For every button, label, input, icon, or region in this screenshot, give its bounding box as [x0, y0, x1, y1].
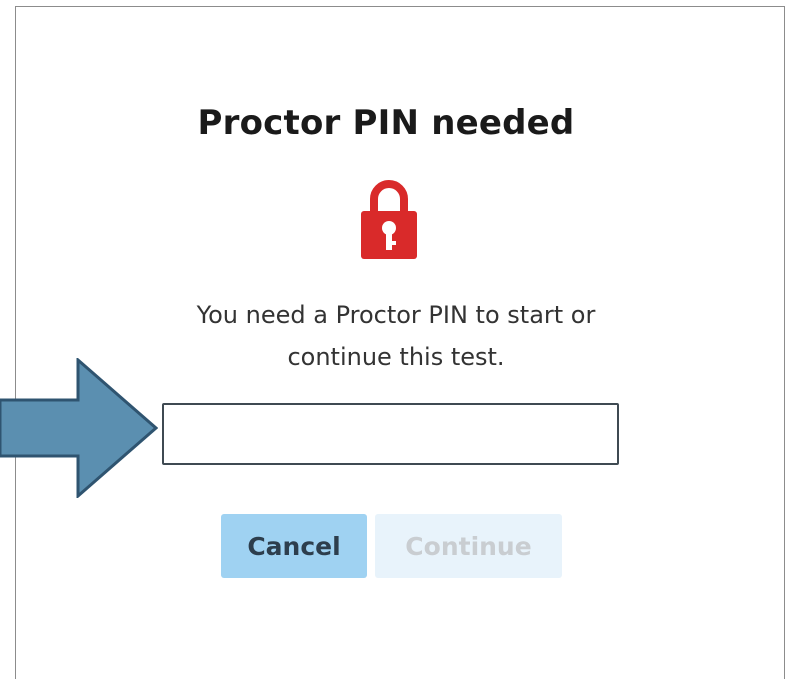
right-arrow-icon: [0, 358, 158, 498]
proctor-pin-input[interactable]: [162, 403, 619, 465]
message-line-1: You need a Proctor PIN to start or: [196, 301, 596, 329]
continue-button[interactable]: Continue: [375, 514, 562, 578]
dialog-title: Proctor PIN needed: [197, 103, 575, 143]
proctor-pin-dialog: Proctor PIN needed You need a Proctor PI…: [15, 6, 785, 679]
cancel-button[interactable]: Cancel: [221, 514, 367, 578]
padlock-icon: [361, 180, 417, 259]
